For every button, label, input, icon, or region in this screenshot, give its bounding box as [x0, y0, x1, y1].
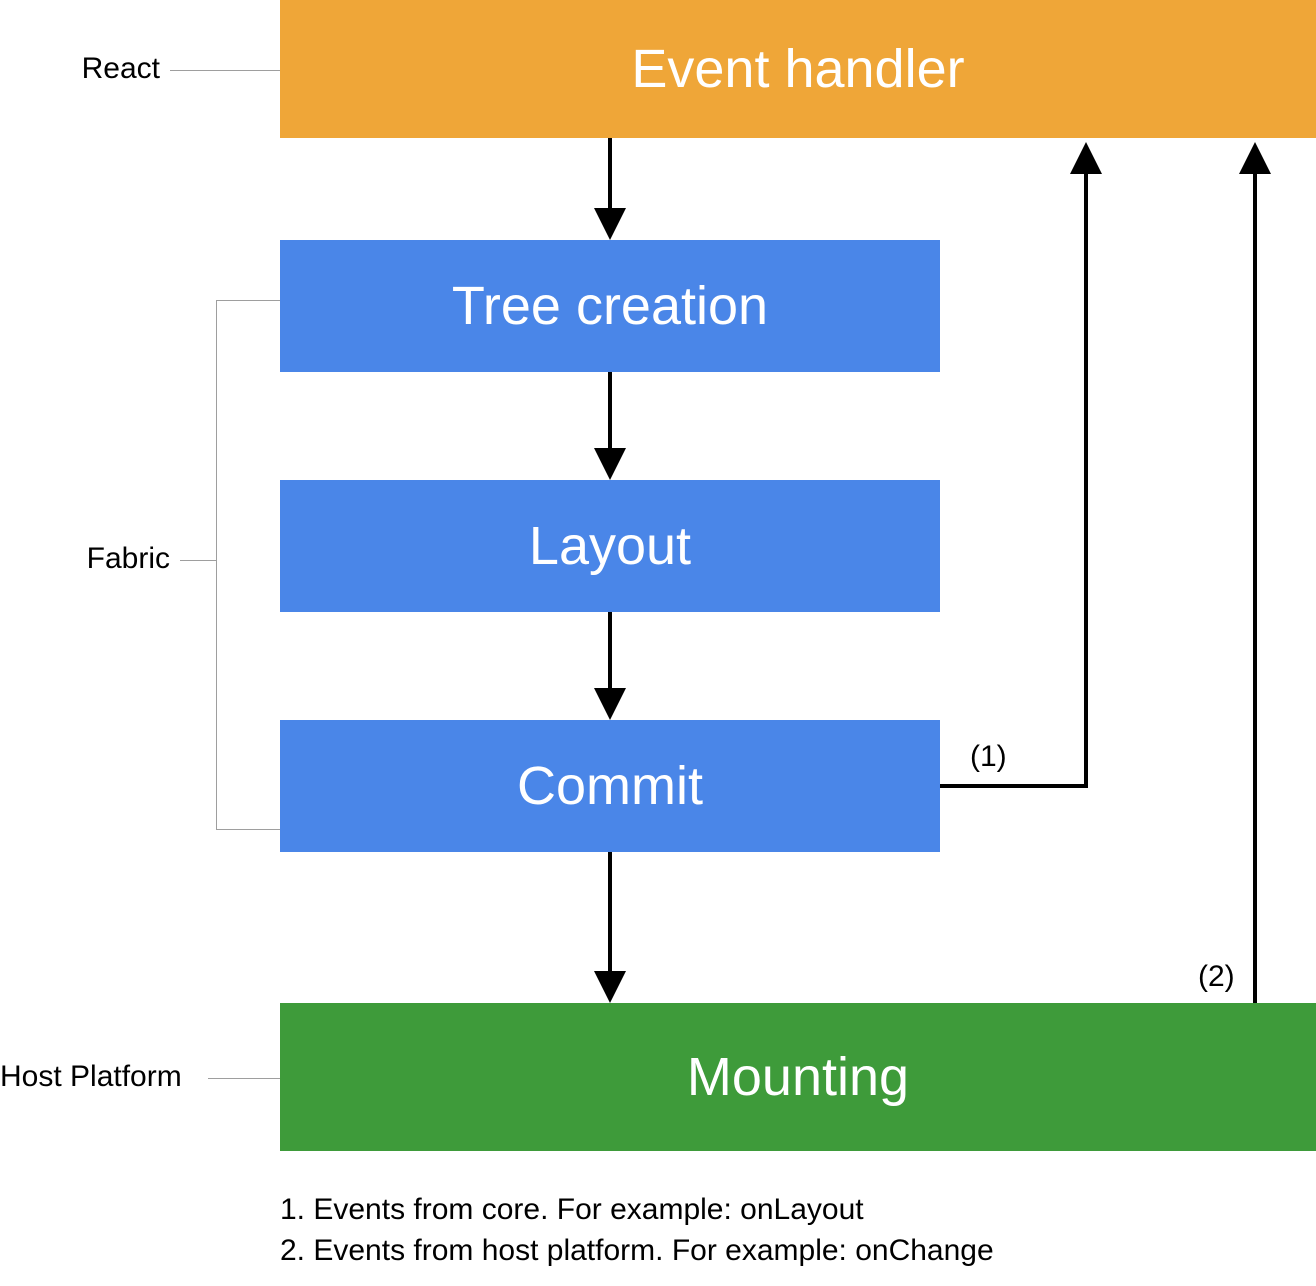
annotation-1: (1) [970, 740, 1007, 774]
group-label-react-text: React [82, 52, 160, 85]
box-event-handler-label: Event handler [631, 38, 964, 100]
group-line-react [170, 70, 280, 71]
footer-note-2: 2. Events from host platform. For exampl… [280, 1231, 1280, 1272]
group-label-fabric-text: Fabric [87, 542, 170, 575]
box-commit: Commit [280, 720, 940, 852]
box-layout: Layout [280, 480, 940, 612]
box-layout-label: Layout [529, 515, 691, 577]
group-line-fabric [180, 560, 216, 561]
footer-note-1: 1. Events from core. For example: onLayo… [280, 1190, 1280, 1231]
group-label-host-text: Host Platform [0, 1060, 182, 1093]
box-mounting: Mounting [280, 1003, 1316, 1151]
box-tree-creation: Tree creation [280, 240, 940, 372]
box-event-handler: Event handler [280, 0, 1316, 138]
annotation-2-text: (2) [1198, 960, 1235, 993]
annotation-1-text: (1) [970, 740, 1007, 773]
box-tree-creation-label: Tree creation [452, 275, 768, 337]
group-label-react: React [0, 52, 160, 86]
box-commit-label: Commit [517, 755, 703, 817]
group-label-host: Host Platform [0, 1060, 200, 1094]
group-bracket-fabric [216, 300, 280, 830]
arrow-commit-to-event [940, 150, 1086, 786]
group-line-host [208, 1078, 280, 1079]
diagram-stage: React Fabric Host Platform Event handler… [0, 0, 1316, 1286]
annotation-2: (2) [1198, 960, 1235, 994]
box-mounting-label: Mounting [687, 1046, 909, 1108]
footer-notes: 1. Events from core. For example: onLayo… [280, 1190, 1280, 1271]
group-label-fabric: Fabric [0, 542, 170, 576]
